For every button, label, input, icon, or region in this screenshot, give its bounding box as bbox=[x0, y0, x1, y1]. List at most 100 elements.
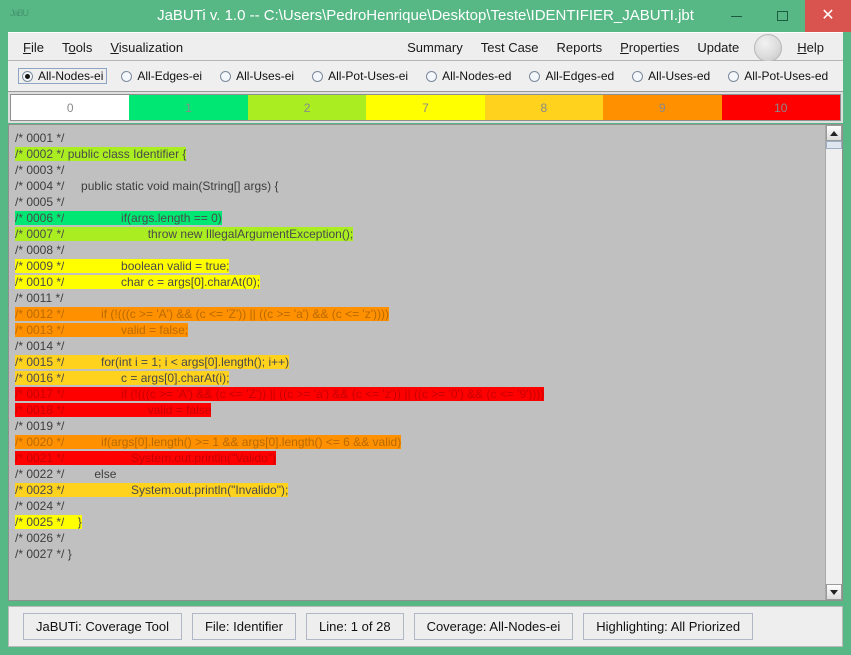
scrollbar-thumb[interactable] bbox=[826, 141, 842, 149]
legend-cell-2[interactable]: 2 bbox=[247, 95, 367, 120]
status-item-0[interactable]: JaBUTi: Coverage Tool bbox=[23, 613, 182, 640]
window-controls: ✕ bbox=[713, 0, 851, 32]
radio-all-uses-ed[interactable]: All-Uses-ed bbox=[628, 68, 714, 84]
code-line[interactable]: /* 0006 */ if(args.length == 0) bbox=[9, 210, 825, 226]
code-line[interactable]: /* 0016 */ c = args[0].charAt(i); bbox=[9, 370, 825, 386]
code-line[interactable]: /* 0022 */ else bbox=[9, 466, 825, 482]
status-item-2[interactable]: Line: 1 of 28 bbox=[306, 613, 404, 640]
vertical-scrollbar[interactable] bbox=[825, 125, 842, 600]
source-code-lines[interactable]: /* 0001 *//* 0002 */ public class Identi… bbox=[9, 125, 825, 600]
legend-cell-10[interactable]: 10 bbox=[721, 95, 840, 120]
code-line[interactable]: /* 0007 */ throw new IllegalArgumentExce… bbox=[9, 226, 825, 242]
menu-item-help[interactable]: Help bbox=[788, 36, 833, 59]
code-line[interactable]: /* 0005 */ bbox=[9, 194, 825, 210]
legend-cell-9[interactable]: 9 bbox=[603, 95, 722, 120]
scroll-down-icon[interactable] bbox=[826, 584, 842, 600]
code-line[interactable]: /* 0024 */ bbox=[9, 498, 825, 514]
legend-cell-label: 2 bbox=[303, 100, 311, 115]
code-line[interactable]: /* 0020 */ if(args[0].length() >= 1 && a… bbox=[9, 434, 825, 450]
code-line[interactable]: /* 0001 */ bbox=[9, 130, 825, 146]
code-line[interactable]: /* 0027 */ } bbox=[9, 546, 825, 562]
code-line[interactable]: /* 0021 */ System.out.println("Valido") bbox=[9, 450, 825, 466]
radio-all-pot-uses-ei[interactable]: All-Pot-Uses-ei bbox=[308, 68, 412, 84]
code-line-number: /* 0008 */ bbox=[15, 243, 65, 257]
code-line[interactable]: /* 0004 */ public static void main(Strin… bbox=[9, 178, 825, 194]
code-line[interactable]: /* 0013 */ valid = false; bbox=[9, 322, 825, 338]
radio-label: All-Uses-ed bbox=[648, 69, 711, 83]
code-line-number: /* 0020 */ bbox=[15, 435, 65, 449]
menu-item-update[interactable]: Update bbox=[688, 36, 748, 59]
code-line[interactable]: /* 0023 */ System.out.println("Invalido"… bbox=[9, 482, 825, 498]
code-line[interactable]: /* 0019 */ bbox=[9, 418, 825, 434]
legend-cell-label: 9 bbox=[658, 100, 666, 115]
radio-all-edges-ei[interactable]: All-Edges-ei bbox=[117, 68, 206, 84]
code-line-number: /* 0019 */ bbox=[15, 419, 65, 433]
status-item-3[interactable]: Coverage: All-Nodes-ei bbox=[413, 613, 574, 640]
code-line[interactable]: /* 0026 */ bbox=[9, 530, 825, 546]
radio-all-nodes-ed[interactable]: All-Nodes-ed bbox=[422, 68, 515, 84]
code-line-text: System.out.println("Valido") bbox=[64, 451, 277, 465]
minimize-button[interactable] bbox=[713, 0, 759, 32]
code-line[interactable]: /* 0014 */ bbox=[9, 338, 825, 354]
code-line-number: /* 0016 */ bbox=[15, 371, 65, 385]
menu-left-group: File Tools Visualization bbox=[14, 33, 192, 62]
radio-dot-icon bbox=[22, 70, 33, 82]
maximize-button[interactable] bbox=[759, 0, 805, 32]
code-line-text: else bbox=[64, 467, 117, 481]
menu-right-group: Summary Test Case Reports Properties Upd… bbox=[398, 33, 833, 62]
menu-item-properties[interactable]: Properties bbox=[611, 36, 688, 59]
menu-item-test-case[interactable]: Test Case bbox=[472, 36, 548, 59]
close-button[interactable]: ✕ bbox=[805, 0, 851, 32]
legend-cell-label: 1 bbox=[185, 100, 192, 115]
code-line-text: valid = false; bbox=[64, 323, 189, 337]
menu-item-reports[interactable]: Reports bbox=[548, 36, 612, 59]
scrollbar-track[interactable] bbox=[826, 141, 842, 584]
close-icon: ✕ bbox=[821, 7, 835, 24]
menu-item-summary[interactable]: Summary bbox=[398, 36, 472, 59]
legend-cell-label: 0 bbox=[66, 100, 74, 115]
code-line-number: /* 0002 */ bbox=[15, 147, 65, 161]
legend-cell-8[interactable]: 8 bbox=[484, 95, 604, 120]
legend-cell-label: 7 bbox=[422, 100, 429, 115]
source-code-panel: /* 0001 *//* 0002 */ public class Identi… bbox=[8, 124, 843, 601]
code-line[interactable]: /* 0025 */ } bbox=[9, 514, 825, 530]
code-line[interactable]: /* 0018 */ valid = false bbox=[9, 402, 825, 418]
code-line[interactable]: /* 0008 */ bbox=[9, 242, 825, 258]
code-line-number: /* 0011 */ bbox=[15, 291, 64, 305]
scroll-up-icon[interactable] bbox=[826, 125, 842, 141]
legend-cell-7[interactable]: 7 bbox=[366, 95, 485, 120]
radio-label: All-Edges-ed bbox=[545, 69, 615, 83]
radio-label: All-Pot-Uses-ei bbox=[328, 69, 409, 83]
code-line-number: /* 0007 */ bbox=[15, 227, 65, 241]
code-line-number: /* 0012 */ bbox=[15, 307, 65, 321]
criteria-radio-group: All-Nodes-ei All-Edges-ei All-Uses-ei All-P… bbox=[8, 61, 843, 92]
code-line[interactable]: /* 0009 */ boolean valid = true; bbox=[9, 258, 825, 274]
menu-bar: File Tools Visualization Summary Test Ca… bbox=[8, 32, 843, 97]
radio-all-uses-ei[interactable]: All-Uses-ei bbox=[216, 68, 298, 84]
code-line[interactable]: /* 0003 */ bbox=[9, 162, 825, 178]
code-line[interactable]: /* 0010 */ char c = args[0].charAt(0); bbox=[9, 274, 825, 290]
legend-cell-0[interactable]: 0 bbox=[11, 95, 130, 120]
status-item-4[interactable]: Highlighting: All Priorized bbox=[583, 613, 754, 640]
radio-all-nodes-ei[interactable]: All-Nodes-ei bbox=[18, 68, 108, 84]
legend-cell-1[interactable]: 1 bbox=[129, 95, 248, 120]
code-line-text: boolean valid = true; bbox=[64, 259, 230, 273]
radio-all-edges-ed[interactable]: All-Edges-ed bbox=[525, 68, 618, 84]
radio-label: All-Nodes-ed bbox=[442, 69, 512, 83]
code-line[interactable]: /* 0015 */ for(int i = 1; i < args[0].le… bbox=[9, 354, 825, 370]
status-indicator-circle[interactable] bbox=[754, 33, 783, 62]
menu-item-visualization[interactable]: Visualization bbox=[101, 36, 192, 59]
code-line[interactable]: /* 0002 */ public class Identifier { bbox=[9, 146, 825, 162]
code-line-number: /* 0021 */ bbox=[15, 451, 65, 465]
coverage-legend-bar: 0 1 2 7 8 9 10 bbox=[8, 92, 843, 123]
code-line[interactable]: /* 0012 */ if (!(((c >= 'A') && (c <= 'Z… bbox=[9, 306, 825, 322]
code-line-number: /* 0004 */ bbox=[15, 179, 65, 193]
menu-item-file[interactable]: File bbox=[14, 36, 53, 59]
menu-item-tools[interactable]: Tools bbox=[53, 36, 101, 59]
radio-dot-icon bbox=[121, 70, 133, 82]
code-line[interactable]: /* 0017 */ if (!(((c >= 'A') && (c <= 'Z… bbox=[9, 386, 825, 402]
radio-all-pot-uses-ed[interactable]: All-Pot-Uses-ed bbox=[724, 68, 832, 84]
code-line[interactable]: /* 0011 */ bbox=[9, 290, 825, 306]
legend-cells: 0 1 2 7 8 9 10 bbox=[10, 94, 841, 121]
status-item-1[interactable]: File: Identifier bbox=[191, 613, 296, 640]
